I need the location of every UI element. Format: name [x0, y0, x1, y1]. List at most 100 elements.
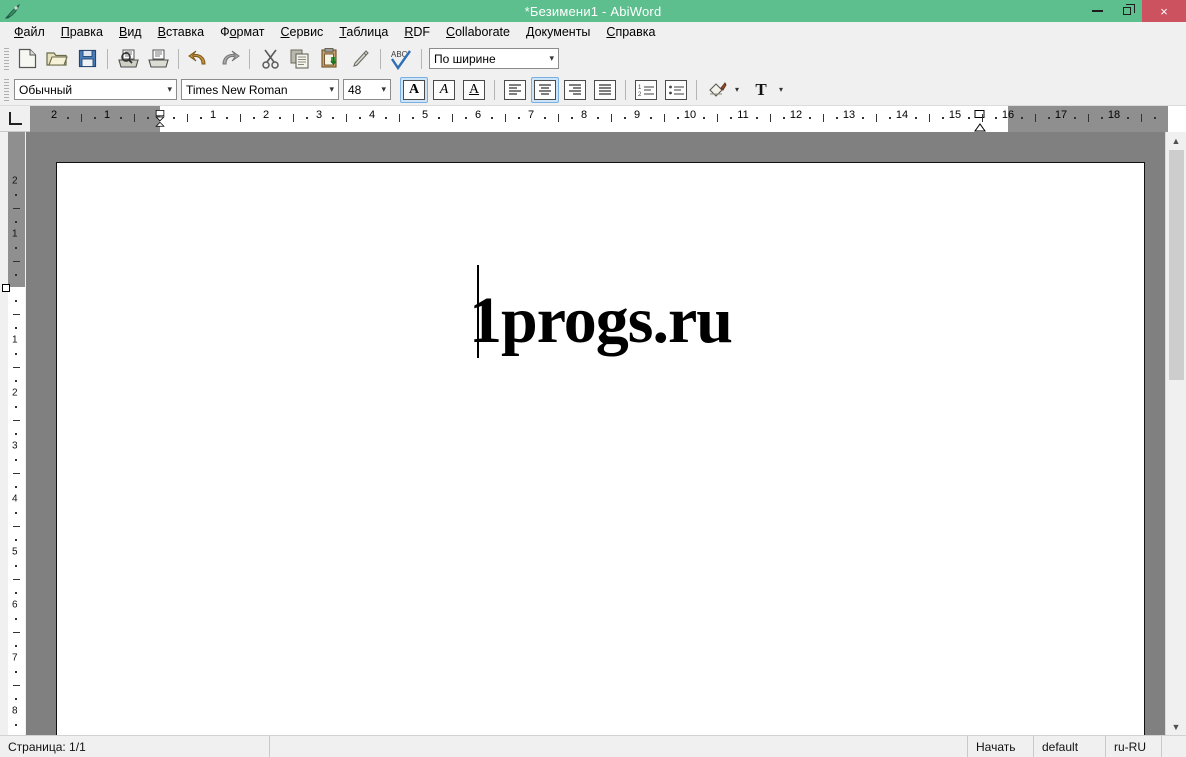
vruler-dot [15, 247, 17, 250]
highlight-color-button[interactable] [703, 77, 731, 103]
menu-label-rest: рмат [236, 25, 265, 39]
document-canvas[interactable]: 1progs.ru [26, 132, 1165, 735]
ruler-number: 13 [842, 109, 856, 121]
cut-scissors-icon[interactable] [256, 46, 284, 72]
save-floppy-icon[interactable] [73, 46, 101, 72]
align-left-button[interactable] [501, 77, 529, 103]
indent-markers-left[interactable] [154, 110, 166, 127]
ruler-tick [186, 114, 188, 122]
document-paragraph[interactable]: 1progs.ru [57, 288, 1144, 354]
ruler-dot [676, 117, 679, 119]
vertical-scrollbar[interactable]: ▲ ▼ [1165, 132, 1186, 735]
menu-tools[interactable]: Сервис [273, 23, 332, 41]
indent-marker-right[interactable] [973, 110, 987, 132]
scroll-down-arrow-icon[interactable]: ▼ [1166, 718, 1186, 735]
ruler-dot [517, 117, 520, 119]
minimize-button[interactable] [1082, 0, 1112, 22]
language-indicator[interactable]: ru-RU [1106, 736, 1162, 757]
menu-label-rest: ид [127, 25, 142, 39]
bold-button[interactable]: A [400, 76, 428, 103]
ruler-tick [80, 114, 82, 122]
ruler-dot [358, 117, 361, 119]
paragraph-style-select[interactable]: Обычный ▾ [14, 79, 177, 100]
style-value: Обычный [19, 82, 73, 97]
ruler-number: 17 [1054, 109, 1068, 121]
style-indicator[interactable]: default [1034, 736, 1106, 757]
spellcheck-abc-icon[interactable]: ABC [387, 46, 415, 72]
align-left-icon [504, 79, 526, 100]
toolbar-grip[interactable] [4, 78, 9, 101]
format-painter-icon[interactable] [346, 46, 374, 72]
menu-table[interactable]: Таблица [331, 23, 396, 41]
font-family-select[interactable]: Times New Roman ▾ [181, 79, 339, 100]
restore-button[interactable] [1112, 0, 1142, 22]
document-page[interactable]: 1progs.ru [56, 162, 1145, 735]
top-margin-zone [8, 132, 25, 287]
ruler-tick [133, 114, 135, 122]
align-justify-button[interactable] [591, 77, 619, 103]
ruler-number: 9 [633, 109, 641, 121]
ruler-tick [716, 114, 718, 122]
horizontal-ruler[interactable]: 2 1 1 2 3 4 5 6 7 8 9 10 11 12 13 14 15 16 17 18 [30, 106, 1186, 132]
text-color-button[interactable]: T [747, 77, 775, 103]
vruler-tick [13, 684, 20, 686]
top-margin-marker[interactable] [2, 284, 10, 292]
align-right-button[interactable] [561, 77, 589, 103]
menu-edit[interactable]: Правка [53, 23, 111, 41]
menu-insert[interactable]: Вставка [150, 23, 212, 41]
menu-format[interactable]: Формат [212, 23, 272, 41]
vruler-tick [13, 419, 20, 421]
menu-collaborate[interactable]: Collaborate [438, 23, 518, 41]
scrollbar-thumb[interactable] [1168, 150, 1184, 380]
status-resize-grip[interactable] [1162, 736, 1186, 757]
menu-help[interactable]: Справка [598, 23, 663, 41]
paste-icon[interactable] [316, 46, 344, 72]
copy-icon[interactable] [286, 46, 314, 72]
close-button[interactable]: × [1142, 0, 1186, 22]
zoom-select[interactable]: По ширине ▾ [429, 48, 559, 69]
undo-icon[interactable] [185, 46, 213, 72]
vruler-number: 1 [12, 334, 18, 346]
menu-file[interactable]: Файл [6, 23, 53, 41]
ruler-number: 3 [315, 109, 323, 121]
italic-button[interactable]: A [430, 77, 458, 103]
align-center-button[interactable] [531, 76, 559, 103]
ruler-number: 4 [368, 109, 376, 121]
vruler-number: 6 [12, 599, 18, 611]
print-icon[interactable] [144, 46, 172, 72]
ruler-dot [173, 117, 176, 119]
vruler-dot [15, 379, 17, 382]
redo-icon[interactable] [215, 46, 243, 72]
text-color-dropdown-arrow[interactable]: ▾ [776, 77, 786, 103]
scroll-up-arrow-icon[interactable]: ▲ [1166, 132, 1186, 149]
menu-accel-char: П [60, 25, 70, 39]
menu-view[interactable]: Вид [111, 23, 150, 41]
vruler-dot [15, 432, 17, 435]
numbered-list-button[interactable]: 1 2 [632, 77, 660, 103]
ruler-number: 8 [580, 109, 588, 121]
menu-rdf[interactable]: RDF [396, 23, 438, 41]
ruler-dot [120, 117, 123, 119]
vruler-number: 8 [12, 705, 18, 717]
new-document-icon[interactable] [13, 46, 41, 72]
scrollbar-track[interactable] [1168, 380, 1184, 718]
bulleted-list-button[interactable] [662, 77, 690, 103]
highlight-color-dropdown-arrow[interactable]: ▾ [732, 77, 742, 103]
menu-documents[interactable]: Документы [518, 23, 598, 41]
insert-mode-indicator[interactable]: Начать [968, 736, 1034, 757]
left-tab-stop-icon[interactable] [0, 106, 30, 131]
ruler-dot [1074, 117, 1077, 119]
menu-accel-char: В [157, 25, 166, 39]
vruler-dot [15, 697, 17, 700]
open-folder-icon[interactable] [43, 46, 71, 72]
ruler-dot [1021, 117, 1024, 119]
ruler-number: 2 [262, 109, 270, 121]
vertical-ruler[interactable]: 2 1 1 2 3 4 5 6 7 8 [0, 132, 26, 735]
ruler-number: 6 [474, 109, 482, 121]
toolbar-grip[interactable] [4, 47, 9, 70]
font-size-select[interactable]: 48 ▾ [343, 79, 391, 100]
ruler-tick [1140, 114, 1142, 122]
underline-button[interactable]: A [460, 77, 488, 103]
ruler-tick [1034, 114, 1036, 122]
print-preview-icon[interactable] [114, 46, 142, 72]
